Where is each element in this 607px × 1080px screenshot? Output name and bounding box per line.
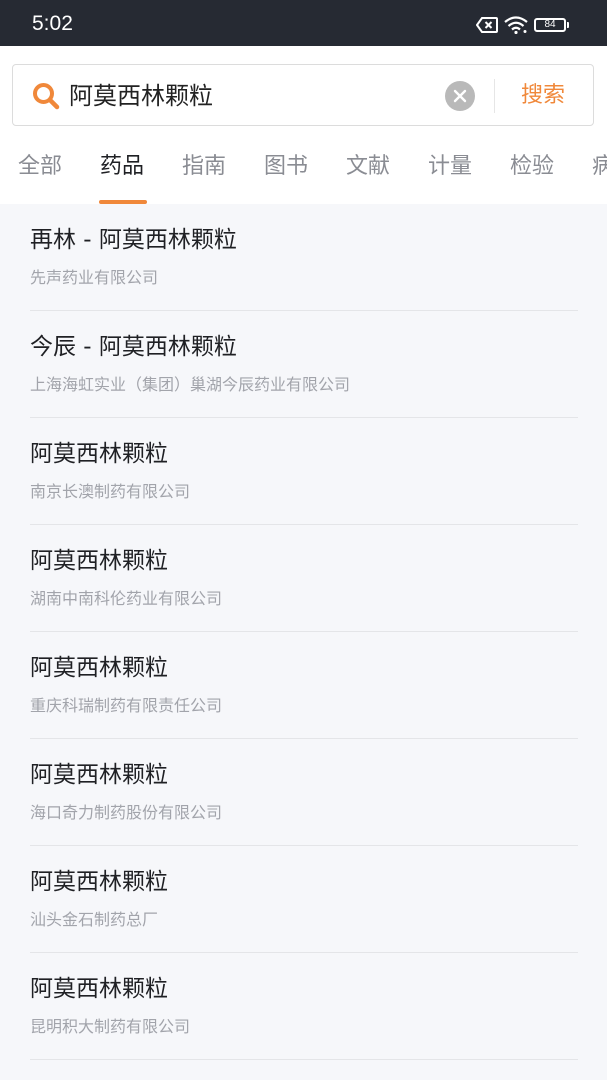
manufacturer-name: 上海海虹实业（集团）巢湖今辰药业有限公司 [30,375,351,394]
list-item[interactable]: 再林 - 阿莫西林颗粒 先声药业有限公司 [30,204,578,311]
manufacturer-name: 重庆科瑞制药有限责任公司 [30,696,223,715]
drug-name: 阿莫西林颗粒 [30,869,168,895]
battery-icon: 84 [534,18,569,32]
drug-name: 阿莫西林颗粒 [30,762,168,788]
tab-tests[interactable]: 检验 [510,152,554,182]
clear-search-button[interactable] [445,81,475,111]
tab-diseases[interactable]: 病 [592,152,607,182]
list-item[interactable]: 阿莫西林颗粒 昆明积大制药有限公司 [30,953,578,1060]
search-input[interactable] [69,79,439,113]
battery-level: 84 [534,18,566,32]
tab-drugs[interactable]: 药品 [100,152,144,182]
search-header: 搜索 全部 药品 指南 图书 文献 计量 检验 病 [0,46,607,204]
result-list: 再林 - 阿莫西林颗粒 先声药业有限公司 今辰 - 阿莫西林颗粒 上海海虹实业（… [0,204,607,1060]
drug-name: 再林 - 阿莫西林颗粒 [30,227,237,253]
sim-off-icon [476,17,498,33]
drug-name: 阿莫西林颗粒 [30,441,168,467]
status-time: 5:02 [32,12,73,35]
manufacturer-name: 汕头金石制药总厂 [30,910,159,929]
tab-literature[interactable]: 文献 [346,152,390,182]
search-icon [32,82,60,114]
drug-name: 阿莫西林颗粒 [30,548,168,574]
manufacturer-name: 先声药业有限公司 [30,268,159,287]
list-item[interactable]: 阿莫西林颗粒 重庆科瑞制药有限责任公司 [30,632,578,739]
tab-all[interactable]: 全部 [18,152,62,182]
drug-name: 阿莫西林颗粒 [30,655,168,681]
list-item[interactable]: 阿莫西林颗粒 南京长澳制药有限公司 [30,418,578,525]
drug-name: 阿莫西林颗粒 [30,976,168,1002]
search-divider [494,79,495,113]
manufacturer-name: 湖南中南科伦药业有限公司 [30,589,223,608]
wifi-icon [504,16,528,34]
manufacturer-name: 南京长澳制药有限公司 [30,482,191,501]
close-icon [453,89,467,103]
manufacturer-name: 昆明积大制药有限公司 [30,1017,191,1036]
status-bar: 5:02 84 [0,0,607,46]
list-item[interactable]: 阿莫西林颗粒 汕头金石制药总厂 [30,846,578,953]
drug-name: 今辰 - 阿莫西林颗粒 [30,334,237,360]
list-item[interactable]: 阿莫西林颗粒 海口奇力制药股份有限公司 [30,739,578,846]
search-box: 搜索 [12,64,594,126]
list-item[interactable]: 今辰 - 阿莫西林颗粒 上海海虹实业（集团）巢湖今辰药业有限公司 [30,311,578,418]
search-button[interactable]: 搜索 [521,79,565,113]
tab-guidelines[interactable]: 指南 [182,152,226,182]
list-item[interactable]: 阿莫西林颗粒 湖南中南科伦药业有限公司 [30,525,578,632]
tab-books[interactable]: 图书 [264,152,308,182]
category-tabs: 全部 药品 指南 图书 文献 计量 检验 病 [0,144,607,204]
status-icons: 84 [476,16,569,34]
manufacturer-name: 海口奇力制药股份有限公司 [30,803,223,822]
tab-dosage[interactable]: 计量 [428,152,472,182]
